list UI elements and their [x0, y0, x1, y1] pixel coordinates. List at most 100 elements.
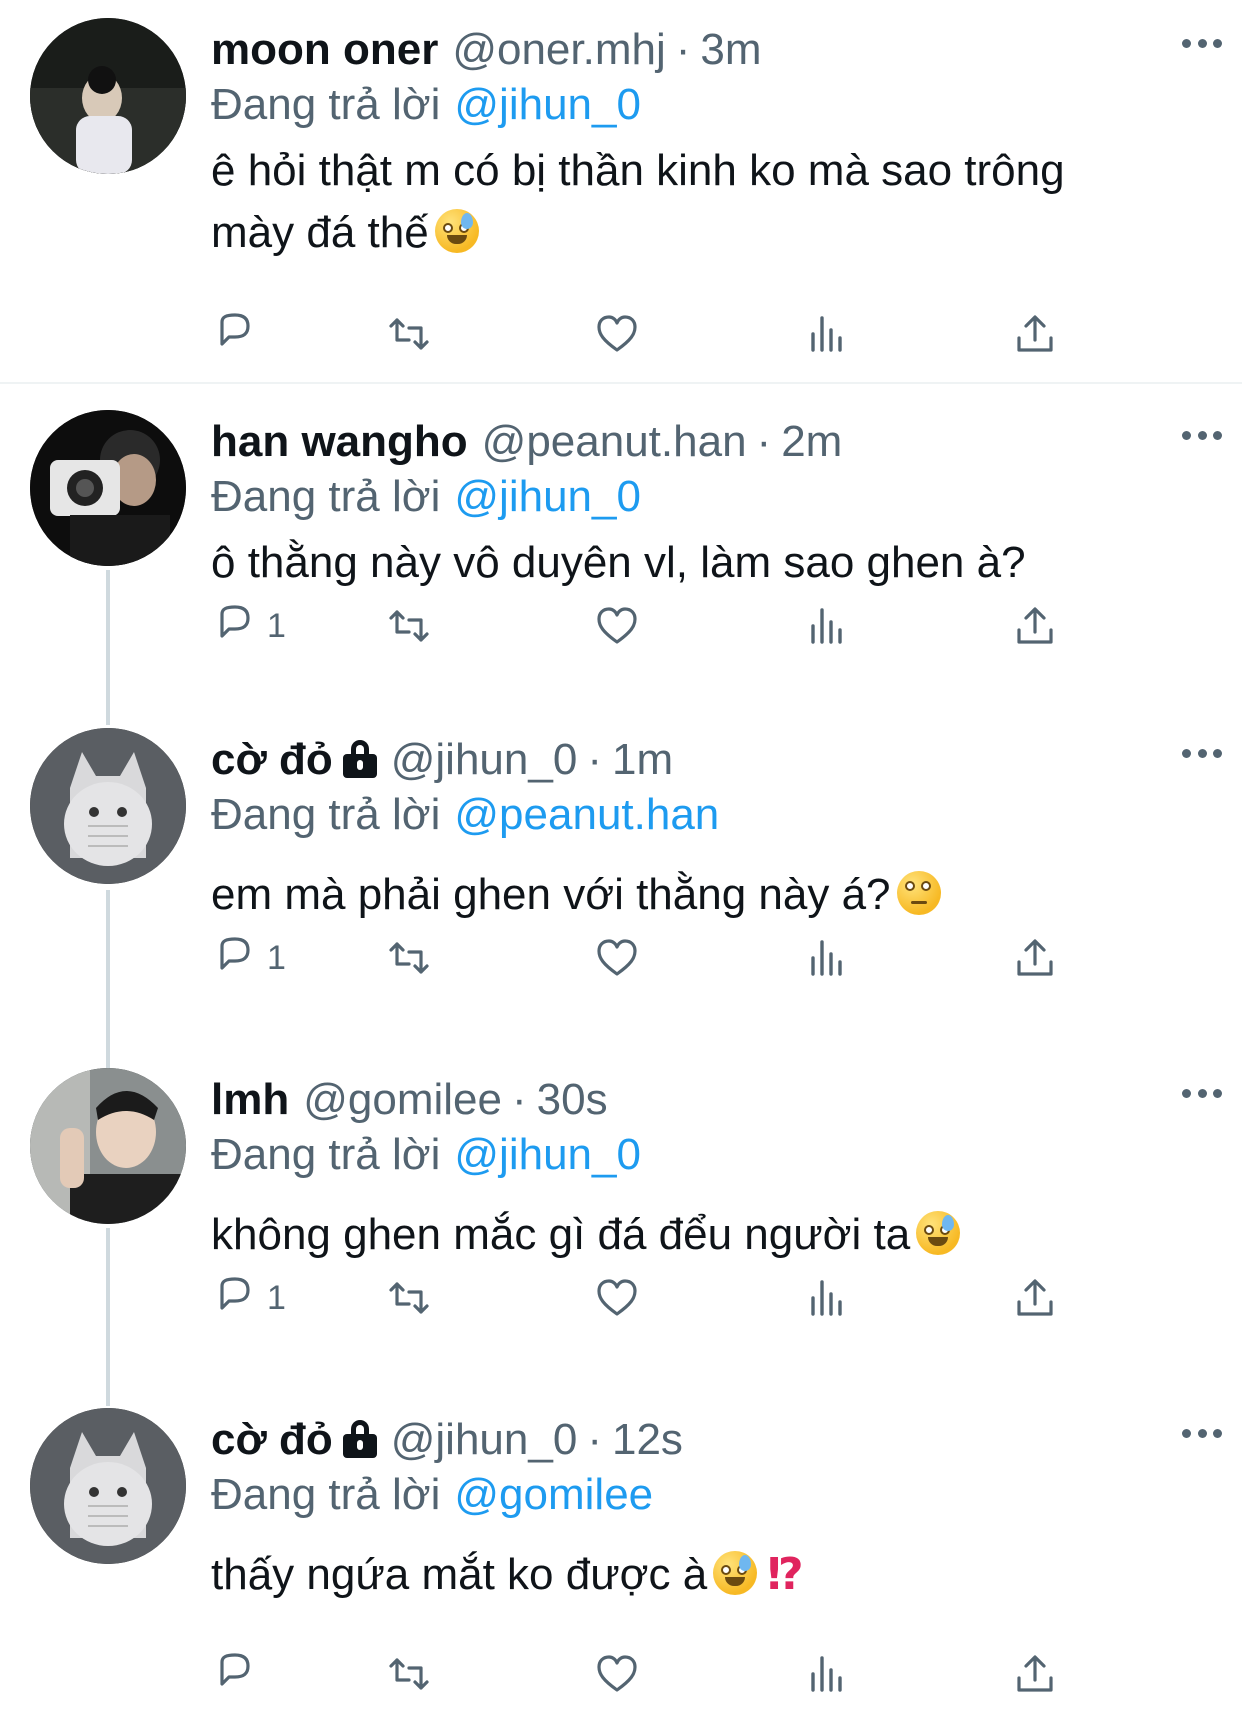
exclamation-question-emoji: ⁉ [767, 1550, 804, 1599]
separator-dot: · [587, 735, 602, 784]
display-name[interactable]: cờ đỏ [211, 732, 333, 788]
share-button[interactable] [1011, 930, 1059, 986]
action-bar [211, 1646, 1111, 1702]
thread-line [106, 1228, 110, 1406]
tweet-text-line-wrap: thấy ngứa mắt ko được à ⁉ [211, 1544, 1202, 1606]
reply-count: 1 [267, 606, 286, 645]
retweet-icon [389, 318, 429, 350]
more-icon[interactable] [1182, 428, 1222, 442]
tweet-header: han wangho @peanut.han · 2m [211, 414, 1202, 470]
display-name[interactable]: moon oner [211, 22, 438, 78]
reply-icon [220, 1653, 250, 1686]
replying-to: Đang trả lời @jihun_0 [211, 1128, 1202, 1182]
replying-to-mention[interactable]: @peanut.han [454, 790, 719, 839]
views-button[interactable] [803, 1270, 851, 1326]
retweet-button[interactable] [385, 598, 433, 654]
user-handle[interactable]: @oner.mhj [452, 22, 665, 78]
views-button[interactable] [803, 598, 851, 654]
reply-icon [220, 605, 250, 638]
timestamp[interactable]: 3m [700, 22, 761, 78]
tweet-header: cờ đỏ @jihun_0 · 12s [211, 1412, 1202, 1468]
timestamp[interactable]: 1m [612, 732, 673, 788]
reply-button[interactable]: 1 [211, 930, 286, 986]
replying-to-label: Đang trả lời [211, 80, 441, 129]
like-button[interactable] [593, 598, 641, 654]
lock-icon [342, 1420, 377, 1458]
tweet-text-line: không ghen mắc gì đá đểu người ta [211, 1210, 911, 1259]
replying-to-mention[interactable]: @jihun_0 [454, 80, 641, 129]
reply-feed: moon oner @oner.mhj · 3m Đang trả lời @ji… [0, 0, 1242, 1715]
avatar[interactable] [30, 18, 186, 174]
timestamp[interactable]: 30s [537, 1072, 608, 1128]
tweet-header: cờ đỏ @jihun_0 · 1m [211, 732, 1202, 788]
share-button[interactable] [1011, 1270, 1059, 1326]
reply-button[interactable] [211, 306, 267, 362]
display-name[interactable]: lmh [211, 1072, 289, 1128]
share-button[interactable] [1011, 306, 1059, 362]
retweet-button[interactable] [385, 930, 433, 986]
like-button[interactable] [593, 1646, 641, 1702]
separator-dot: · [512, 1075, 527, 1124]
reply-button[interactable]: 1 [211, 598, 286, 654]
retweet-button[interactable] [385, 1646, 433, 1702]
more-icon[interactable] [1182, 1426, 1222, 1440]
display-name[interactable]: cờ đỏ [211, 1412, 333, 1468]
like-button[interactable] [593, 930, 641, 986]
separator-dot: · [675, 25, 691, 74]
views-icon [811, 1656, 842, 1692]
replying-to-mention[interactable]: @jihun_0 [454, 1130, 641, 1179]
tweet-text: em mà phải ghen với thằng này á? [211, 864, 1202, 926]
views-icon [811, 940, 842, 976]
tweet-text-line-wrap: không ghen mắc gì đá đểu người ta [211, 1204, 1202, 1266]
retweet-icon [389, 1282, 429, 1314]
retweet-icon [389, 610, 429, 642]
user-handle[interactable]: @peanut.han [482, 414, 747, 470]
share-icon [1017, 1279, 1053, 1316]
reply-button[interactable] [211, 1646, 267, 1702]
thread-line [106, 890, 110, 1068]
eye-roll-emoji [896, 871, 941, 915]
reply-count: 1 [267, 1278, 286, 1317]
like-button[interactable] [593, 306, 641, 362]
share-button[interactable] [1011, 598, 1059, 654]
views-button[interactable] [803, 1646, 851, 1702]
retweet-button[interactable] [385, 306, 433, 362]
reply-count: 1 [267, 938, 286, 977]
views-button[interactable] [803, 306, 851, 362]
like-button[interactable] [593, 1270, 641, 1326]
separator-dot: · [756, 417, 772, 466]
like-icon [597, 607, 637, 644]
share-button[interactable] [1011, 1646, 1059, 1702]
views-button[interactable] [803, 930, 851, 986]
reply-button[interactable]: 1 [211, 1270, 286, 1326]
display-name[interactable]: han wangho [211, 414, 468, 470]
replying-to: Đang trả lời @gomilee [211, 1468, 1202, 1522]
user-handle[interactable]: @jihun_0 [391, 1412, 578, 1468]
action-bar [211, 306, 1111, 362]
avatar[interactable] [30, 1408, 186, 1564]
retweet-button[interactable] [385, 1270, 433, 1326]
timestamp[interactable]: 12s [612, 1412, 683, 1468]
lock-icon [342, 740, 377, 778]
replying-to: Đang trả lời @peanut.han [211, 788, 1202, 842]
more-icon[interactable] [1182, 746, 1222, 760]
replying-to-mention[interactable]: @jihun_0 [454, 472, 641, 521]
replying-to: Đang trả lời @jihun_0 [211, 78, 1202, 132]
user-handle[interactable]: @jihun_0 [391, 732, 578, 788]
tweet-divider [0, 382, 1242, 384]
more-icon[interactable] [1182, 36, 1222, 50]
user-handle[interactable]: @gomilee [303, 1072, 502, 1128]
separator-dot: · [587, 1415, 602, 1464]
grinning-sweat-emoji [713, 1551, 758, 1595]
replying-to-label: Đang trả lời [211, 790, 441, 839]
avatar[interactable] [30, 410, 186, 566]
avatar[interactable] [30, 1068, 186, 1224]
tweet-text-line: em mà phải ghen với thằng này á? [211, 870, 891, 919]
views-icon [811, 316, 842, 352]
tweet-text: ô thằng này vô duyên vl, làm sao ghen à? [211, 532, 1202, 594]
more-icon[interactable] [1182, 1086, 1222, 1100]
replying-to-mention[interactable]: @gomilee [454, 1470, 653, 1519]
share-icon [1017, 1655, 1053, 1692]
timestamp[interactable]: 2m [781, 414, 842, 470]
avatar[interactable] [30, 728, 186, 884]
